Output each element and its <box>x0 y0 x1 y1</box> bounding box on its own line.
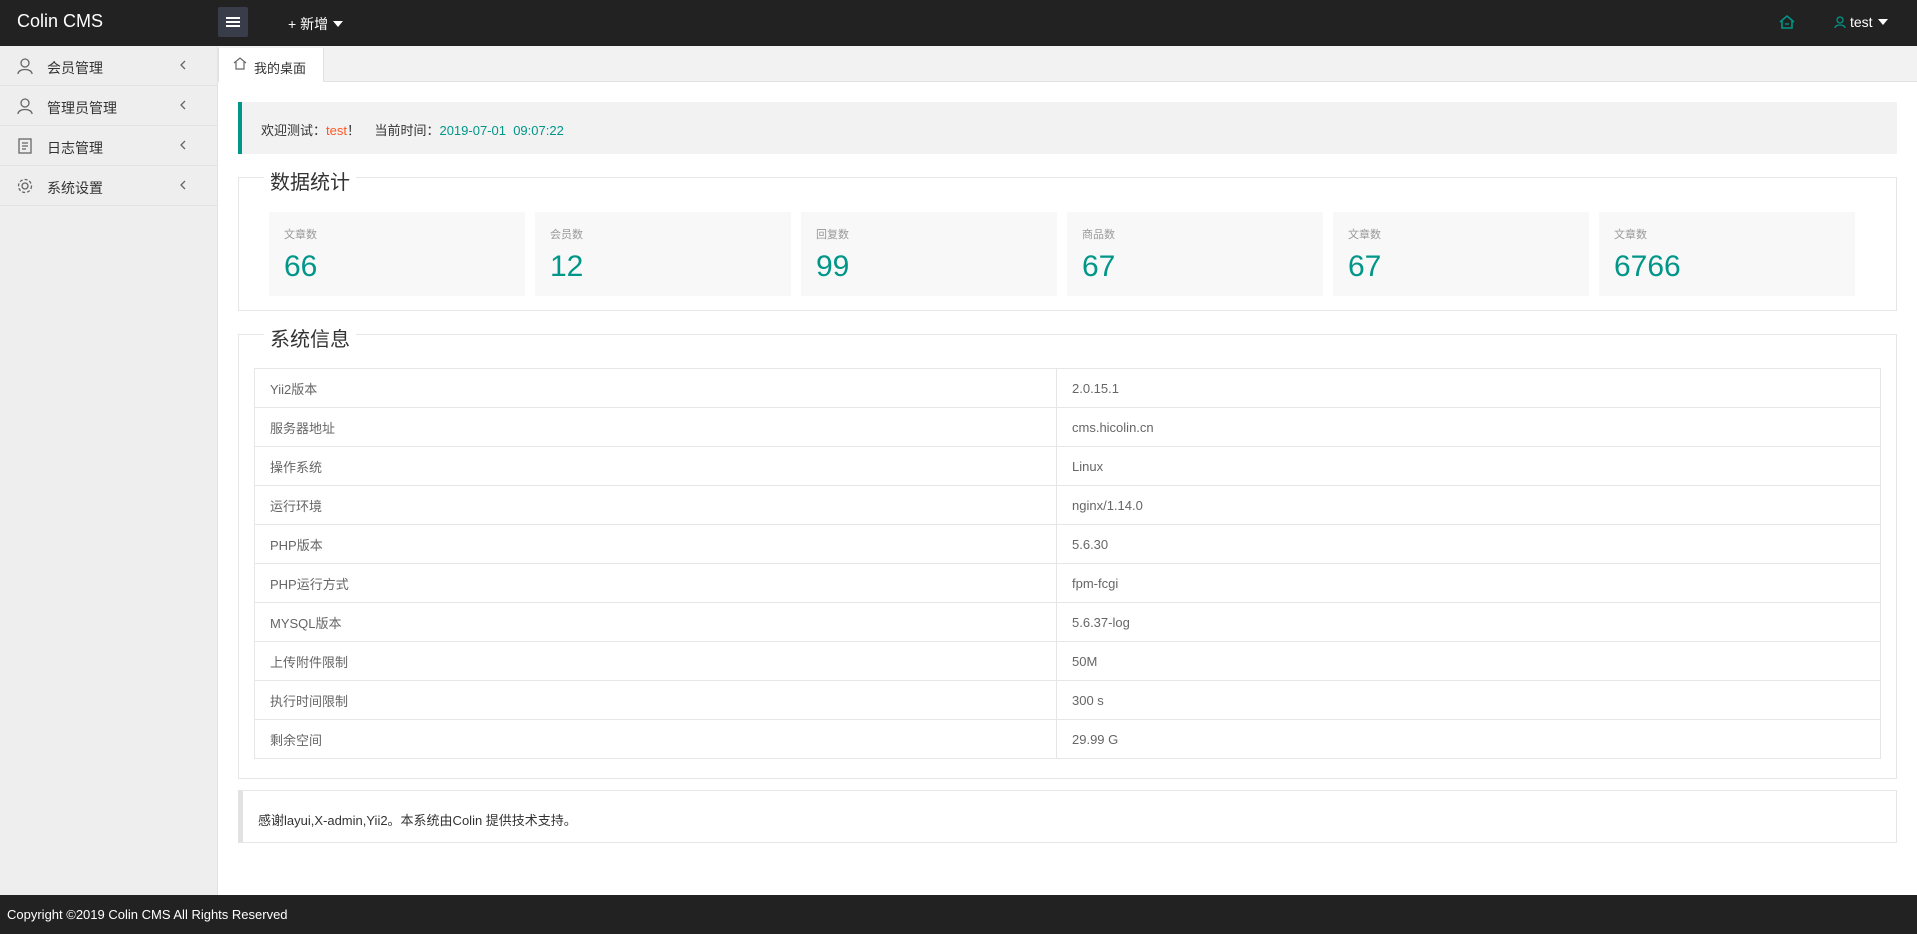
table-row: 剩余空间 29.99 G <box>254 719 1881 759</box>
caret-down-icon <box>1877 19 1888 25</box>
info-value: 300 s <box>1056 680 1881 720</box>
user-icon <box>17 58 33 75</box>
welcome-suffix: ！ <box>346 123 360 138</box>
top-header: Colin CMS + 新增 test <box>0 0 1917 46</box>
table-row: 运行环境 nginx/1.14.0 <box>254 485 1881 525</box>
footer-copyright: Copyright ©2019 Colin CMS All Rights Res… <box>0 895 1917 934</box>
stat-card[interactable]: 会员数 12 <box>535 212 791 296</box>
gear-icon <box>17 178 33 194</box>
chevron-left-icon <box>180 140 186 150</box>
info-value: Linux <box>1056 446 1881 486</box>
stat-label: 文章数 <box>1614 229 1647 241</box>
info-value: fpm-fcgi <box>1056 563 1881 603</box>
info-value: nginx/1.14.0 <box>1056 485 1881 525</box>
time-label: 当前时间： <box>374 123 440 138</box>
stat-value: 6766 <box>1614 250 1681 283</box>
info-value: 5.6.37-log <box>1056 602 1881 642</box>
welcome-username: test <box>326 123 347 138</box>
username: test <box>1850 14 1873 30</box>
log-icon <box>18 138 32 154</box>
user-menu[interactable]: test <box>1834 14 1888 30</box>
stat-value: 67 <box>1082 250 1116 283</box>
stat-value: 12 <box>550 250 584 283</box>
stat-label: 会员数 <box>550 229 583 241</box>
tab-bar: 我的桌面 <box>218 46 1917 82</box>
sidebar-item-label: 日志管理 <box>47 140 103 156</box>
menu-toggle-button[interactable] <box>218 7 248 37</box>
info-key: Yii2版本 <box>254 368 1057 408</box>
info-key: 操作系统 <box>254 446 1057 486</box>
info-value: 2.0.15.1 <box>1056 368 1881 408</box>
table-row: PHP运行方式 fpm-fcgi <box>254 563 1881 603</box>
home-icon[interactable] <box>1778 14 1796 30</box>
sidebar: 会员管理 管理员管理 日志管理 系统设置 <box>0 46 218 895</box>
admin-icon <box>17 98 33 115</box>
chevron-left-icon <box>180 180 186 190</box>
credits-note: 感谢layui,X-admin,Yii2。本系统由Colin 提供技术支持。 <box>238 790 1897 843</box>
caret-down-icon <box>333 21 344 27</box>
tab-label: 我的桌面 <box>254 61 307 76</box>
stat-card[interactable]: 回复数 99 <box>801 212 1057 296</box>
welcome-banner: 欢迎测试：test！ 当前时间：2019-07-01 09:07:22 <box>238 102 1897 154</box>
stat-card[interactable]: 文章数 67 <box>1333 212 1589 296</box>
system-info-panel: 系统信息 Yii2版本 2.0.15.1 服务器地址 cms.hicolin.cn … <box>238 323 1897 779</box>
welcome-prefix: 欢迎测试： <box>261 123 327 138</box>
stat-label: 商品数 <box>1082 229 1115 241</box>
stat-card[interactable]: 文章数 66 <box>269 212 525 296</box>
add-new-label: + 新增 <box>288 16 329 32</box>
sidebar-item-label: 会员管理 <box>47 60 103 76</box>
home-icon <box>233 57 247 70</box>
current-time: 2019-07-01 09:07:22 <box>439 123 564 138</box>
system-info-table: Yii2版本 2.0.15.1 服务器地址 cms.hicolin.cn 操作系统 L… <box>254 368 1881 759</box>
stat-card[interactable]: 文章数 6766 <box>1599 212 1855 296</box>
user-icon <box>1834 16 1846 29</box>
stat-value: 99 <box>816 250 850 283</box>
info-value: 50M <box>1056 641 1881 681</box>
stats-title: 数据统计 <box>264 166 356 195</box>
sidebar-item-label: 系统设置 <box>47 180 103 196</box>
info-key: 运行环境 <box>254 485 1057 525</box>
chevron-left-icon <box>180 60 186 70</box>
system-info-title: 系统信息 <box>264 323 356 352</box>
info-key: 执行时间限制 <box>254 680 1057 720</box>
sidebar-item-admins[interactable]: 管理员管理 <box>0 86 217 126</box>
add-new-menu[interactable]: + 新增 <box>288 14 344 34</box>
table-row: 服务器地址 cms.hicolin.cn <box>254 407 1881 447</box>
table-row: MYSQL版本 5.6.37-log <box>254 602 1881 642</box>
table-row: 操作系统 Linux <box>254 446 1881 486</box>
info-key: PHP版本 <box>254 524 1057 564</box>
info-value: 29.99 G <box>1056 719 1881 759</box>
tab-my-desktop[interactable]: 我的桌面 <box>218 48 324 82</box>
stat-label: 回复数 <box>816 229 849 241</box>
stat-label: 文章数 <box>284 229 317 241</box>
sidebar-item-logs[interactable]: 日志管理 <box>0 126 217 166</box>
info-key: MYSQL版本 <box>254 602 1057 642</box>
table-row: PHP版本 5.6.30 <box>254 524 1881 564</box>
sidebar-item-label: 管理员管理 <box>47 100 117 116</box>
sidebar-item-settings[interactable]: 系统设置 <box>0 166 217 206</box>
stat-label: 文章数 <box>1348 229 1381 241</box>
stats-panel: 数据统计 文章数 66 会员数 12 回复数 99 商品数 67 文章数 67 … <box>238 166 1897 311</box>
info-key: 服务器地址 <box>254 407 1057 447</box>
chevron-left-icon <box>180 100 186 110</box>
info-key: PHP运行方式 <box>254 563 1057 603</box>
info-value: 5.6.30 <box>1056 524 1881 564</box>
menu-icon <box>226 17 240 19</box>
stat-card[interactable]: 商品数 67 <box>1067 212 1323 296</box>
stat-value: 67 <box>1348 250 1382 283</box>
info-key: 剩余空间 <box>254 719 1057 759</box>
table-row: Yii2版本 2.0.15.1 <box>254 368 1881 408</box>
table-row: 上传附件限制 50M <box>254 641 1881 681</box>
sidebar-item-members[interactable]: 会员管理 <box>0 46 217 86</box>
app-logo[interactable]: Colin CMS <box>17 11 103 32</box>
stat-value: 66 <box>284 250 318 283</box>
info-value: cms.hicolin.cn <box>1056 407 1881 447</box>
info-key: 上传附件限制 <box>254 641 1057 681</box>
table-row: 执行时间限制 300 s <box>254 680 1881 720</box>
